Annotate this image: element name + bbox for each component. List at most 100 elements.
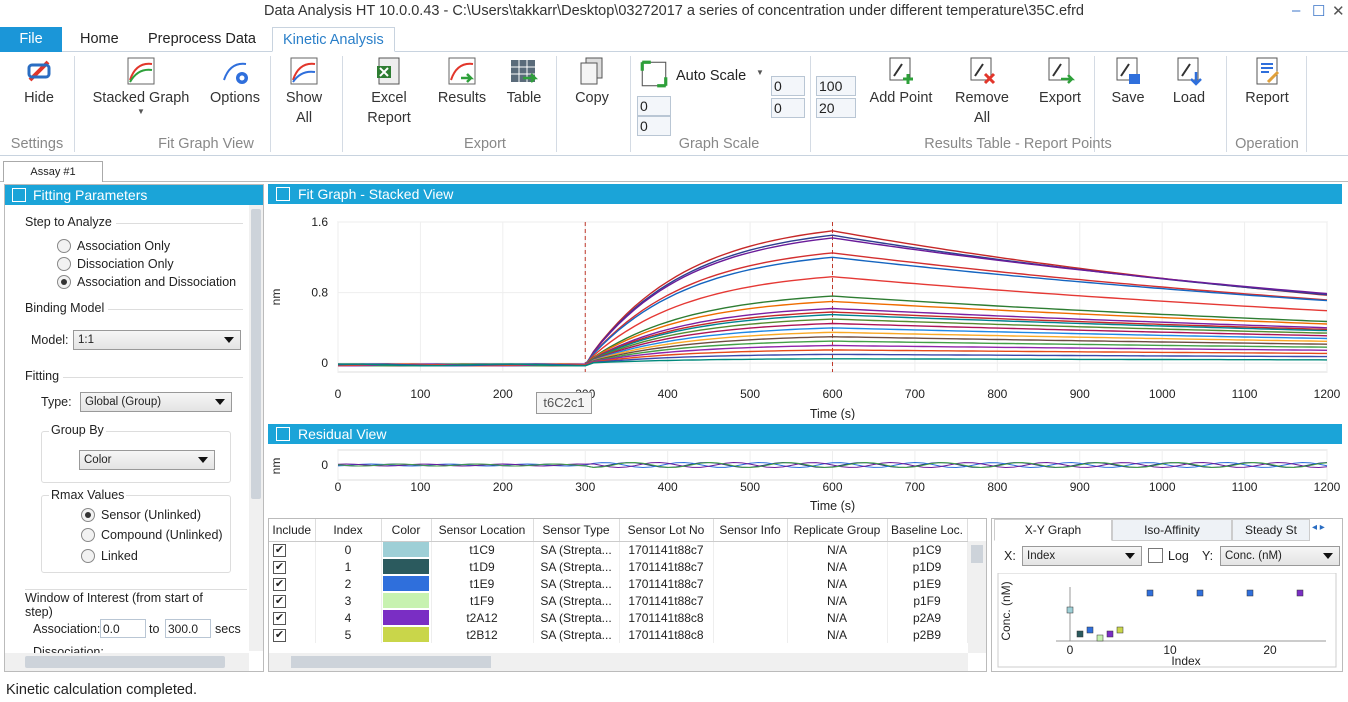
tab-home[interactable]: Home <box>70 27 129 52</box>
y-tick-label: 0 <box>321 356 328 370</box>
tab-scroll-arrows-icon[interactable]: ◂ ▸ <box>1312 522 1325 533</box>
model-select[interactable]: 1:1 <box>73 330 241 350</box>
excel-report-button[interactable]: Excel Report <box>360 56 418 128</box>
auto-scale-label[interactable]: Auto Scale <box>676 68 746 84</box>
xy-point <box>1066 606 1074 614</box>
col-sensor-lot-no[interactable]: Sensor Lot No <box>619 519 714 542</box>
results-button[interactable]: Results <box>432 56 492 108</box>
export-label: Export <box>1039 90 1081 106</box>
association-from-field[interactable]: 0.0 <box>100 619 146 638</box>
show-all-icon <box>290 57 318 85</box>
xy-scatter-chart[interactable]: 0 10 20IndexConc. (nM) <box>996 573 1340 669</box>
include-checkbox[interactable]: ✔ <box>273 561 286 574</box>
col-replicate-group[interactable]: Replicate Group <box>787 519 888 542</box>
y-axis-select[interactable]: Conc. (nM) <box>1220 546 1340 566</box>
residual-x-tick-label: 1000 <box>1149 480 1176 494</box>
include-checkbox[interactable]: ✔ <box>273 612 286 625</box>
xy-point <box>1116 626 1124 634</box>
left-panel-horizontal-scrollbar[interactable] <box>5 653 249 671</box>
table-hscroll-thumb[interactable] <box>291 656 491 668</box>
col-sensor-location[interactable]: Sensor Location <box>431 519 534 542</box>
auto-scale-icon[interactable] <box>638 58 670 90</box>
include-checkbox[interactable]: ✔ <box>273 544 286 558</box>
copy-label: Copy <box>575 90 609 106</box>
col-sensor-info[interactable]: Sensor Info <box>713 519 788 542</box>
include-checkbox[interactable]: ✔ <box>273 578 286 591</box>
table-vscroll-thumb[interactable] <box>971 545 983 563</box>
scale-x-max-field[interactable]: 0 <box>637 116 671 136</box>
residual-x-tick-label: 600 <box>822 480 842 494</box>
tab-iso-affinity[interactable]: Iso-Affinity <box>1112 519 1232 541</box>
report-button[interactable]: Report <box>1238 56 1296 108</box>
cell-loc: t1D9 <box>431 558 534 575</box>
auto-scale-dropdown-icon[interactable]: ▼ <box>756 68 764 77</box>
table-row[interactable]: ✔ 3 t1F9 SA (Strepta... 1701141t88c7 N/A p1F9 <box>269 592 968 609</box>
table-row[interactable]: ✔ 2 t1E9 SA (Strepta... 1701141t88c7 N/A p1E9 <box>269 575 968 592</box>
options-button[interactable]: Options <box>204 56 266 108</box>
left-panel-scroll-thumb[interactable] <box>251 209 261 499</box>
copy-button[interactable]: Copy <box>566 56 618 108</box>
range-a-field[interactable]: 100 <box>816 76 856 96</box>
table-label: Table <box>506 90 542 106</box>
radio-association-only[interactable]: Association Only <box>57 239 170 253</box>
tab-file[interactable]: File <box>0 27 62 52</box>
show-all-button[interactable]: Show All <box>278 56 330 128</box>
tab-kinetic-analysis[interactable]: Kinetic Analysis <box>272 27 395 52</box>
x-axis-value: Index <box>1027 550 1056 562</box>
load-button[interactable]: Load <box>1164 56 1214 108</box>
table-row[interactable]: ✔ 0 t1C9 SA (Strepta... 1701141t88c7 N/A p1C9 <box>269 541 968 558</box>
minimize-button[interactable]: – <box>1292 2 1300 19</box>
radio-linked[interactable]: Linked <box>81 549 138 563</box>
x-axis-select[interactable]: Index <box>1022 546 1142 566</box>
col-color[interactable]: Color <box>381 519 432 542</box>
residual-x-tick-label: 500 <box>740 480 760 494</box>
include-cell: ✔ <box>269 575 316 592</box>
window-title: Data Analysis HT 10.0.0.43 - C:\Users\ta… <box>264 3 1084 19</box>
radio-association-and-dissociation[interactable]: Association and Dissociation <box>57 275 236 289</box>
left-panel-hscroll-thumb[interactable] <box>25 656 225 668</box>
radio-dissociation-only[interactable]: Dissociation Only <box>57 257 174 271</box>
table-row[interactable]: ✔ 5 t2B12 SA (Strepta... 1701141t88c8 N/A p2B9 <box>269 626 968 643</box>
col-index[interactable]: Index <box>315 519 382 542</box>
scale-y-min-field[interactable]: 0 <box>771 76 805 96</box>
tab-preprocess-data[interactable]: Preprocess Data <box>138 27 266 52</box>
table-horizontal-scrollbar[interactable] <box>269 653 968 671</box>
table-row[interactable]: ✔ 1 t1D9 SA (Strepta... 1701141t88c7 N/A p1D9 <box>269 558 968 575</box>
residual-chart[interactable]: 0 100 200 300 400 500 600 700 800 900 1000 1100 1200… <box>268 444 1342 516</box>
log-checkbox[interactable] <box>1148 548 1163 563</box>
tab-steady-state[interactable]: Steady St <box>1232 519 1310 541</box>
title-bar: Data Analysis HT 10.0.0.43 - C:\Users\ta… <box>0 0 1348 24</box>
close-icon[interactable]: ✕ <box>1332 2 1345 20</box>
col-include[interactable]: Include <box>269 519 316 542</box>
association-to-field[interactable]: 300.0 <box>165 619 211 638</box>
radio-dissociation-only-label: Dissociation Only <box>77 257 174 271</box>
range-b-field[interactable]: 20 <box>816 98 856 118</box>
table-row[interactable]: ✔ 4 t2A12 SA (Strepta... 1701141t88c8 N/A p2A9 <box>269 609 968 626</box>
tab-xy-graph[interactable]: X-Y Graph <box>994 519 1112 541</box>
tab-assay-1[interactable]: Assay #1 <box>3 161 103 182</box>
type-select[interactable]: Global (Group) <box>80 392 232 412</box>
export-button[interactable]: Export <box>1034 56 1086 108</box>
group-by-select[interactable]: Color <box>79 450 215 470</box>
radio-compound-unlinked[interactable]: Compound (Unlinked) <box>81 528 223 542</box>
include-checkbox[interactable]: ✔ <box>273 629 286 642</box>
include-checkbox[interactable]: ✔ <box>273 595 286 608</box>
col-sensor-type[interactable]: Sensor Type <box>533 519 620 542</box>
scale-y-max-field[interactable]: 0 <box>771 98 805 118</box>
scale-x-min-field[interactable]: 0 <box>637 96 671 116</box>
col-baseline-loc[interactable]: Baseline Loc. <box>887 519 968 542</box>
hide-button[interactable]: Hide <box>14 56 64 108</box>
add-point-button[interactable]: Add Point <box>864 56 938 108</box>
table-button[interactable]: Table <box>500 56 548 108</box>
radio-sensor-unlinked[interactable]: Sensor (Unlinked) <box>81 508 201 522</box>
save-button[interactable]: Save <box>1104 56 1152 108</box>
fit-graph-chart[interactable]: 0100200300400500600700800900100011001200… <box>268 204 1342 420</box>
table-vertical-scrollbar[interactable] <box>968 541 986 653</box>
type-label: Type: <box>41 395 72 409</box>
left-panel-vertical-scrollbar[interactable] <box>249 205 263 651</box>
color-cell <box>381 609 432 626</box>
stacked-graph-button[interactable]: Stacked Graph ▼ <box>88 56 194 116</box>
cell-rep: N/A <box>787 592 888 609</box>
maximize-button[interactable]: ☐ <box>1312 2 1325 20</box>
remove-all-button[interactable]: Remove All <box>948 56 1016 128</box>
